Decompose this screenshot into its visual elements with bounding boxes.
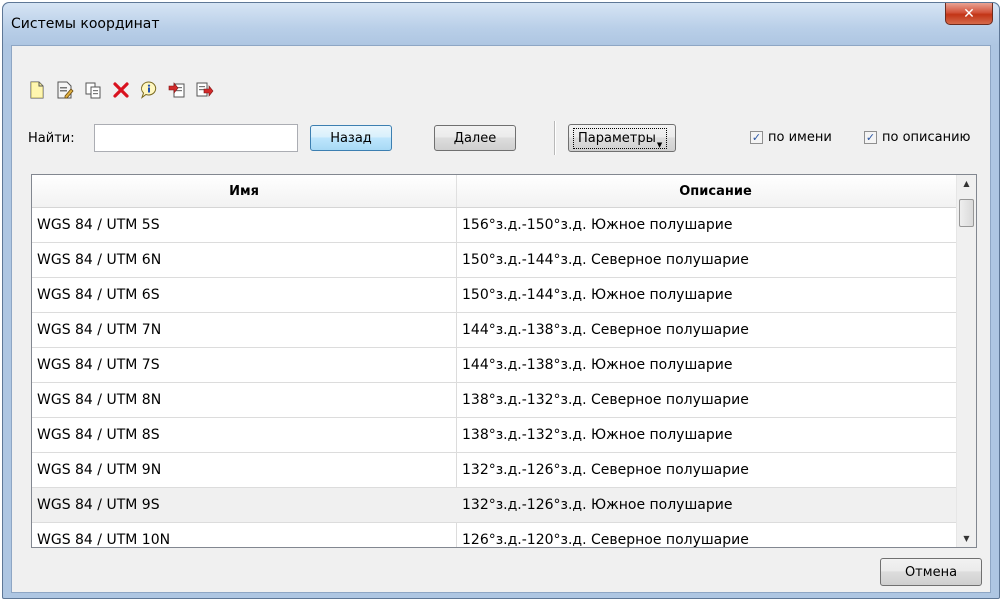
find-label: Найти:	[28, 131, 75, 146]
cell-description: 138°з.д.-132°з.д. Северное полушарие	[462, 392, 749, 408]
cell-name: WGS 84 / UTM 9N	[37, 462, 162, 478]
cell-name: WGS 84 / UTM 6N	[37, 252, 162, 268]
parameters-label: Параметры	[578, 130, 656, 146]
cell-description: 150°з.д.-144°з.д. Северное полушарие	[462, 252, 749, 268]
new-button[interactable]	[26, 79, 48, 101]
next-button[interactable]: Далее	[434, 125, 516, 151]
cancel-button[interactable]: Отмена	[880, 558, 982, 586]
by-description-label: по описанию	[882, 130, 971, 145]
info-button[interactable]	[138, 79, 160, 101]
checkmark-icon: ✓	[750, 131, 763, 144]
table-row[interactable]: WGS 84 / UTM 8S 138°з.д.-132°з.д. Южное …	[32, 418, 974, 453]
cell-description: 126°з.д.-120°з.д. Северное полушарие	[462, 532, 749, 548]
table-row[interactable]: WGS 84 / UTM 7N 144°з.д.-138°з.д. Северн…	[32, 313, 974, 348]
delete-icon	[113, 82, 129, 98]
import-icon	[168, 82, 185, 98]
import-button[interactable]	[166, 79, 188, 101]
toolbar	[26, 79, 216, 101]
cell-description: 144°з.д.-138°з.д. Южное полушарие	[462, 357, 733, 373]
coordinate-systems-table[interactable]: Имя Описание WGS 84 / UTM 5S 156°з.д.-15…	[31, 174, 977, 548]
copy-button[interactable]	[82, 79, 104, 101]
cell-description: 144°з.д.-138°з.д. Северное полушарие	[462, 322, 749, 338]
table-row[interactable]: WGS 84 / UTM 6N 150°з.д.-144°з.д. Северн…	[32, 243, 974, 278]
vertical-scrollbar[interactable]: ▲ ▼	[956, 175, 976, 547]
table-header: Имя Описание	[32, 175, 974, 208]
by-name-label: по имени	[768, 130, 832, 145]
info-icon	[141, 81, 157, 99]
search-input[interactable]	[94, 124, 298, 152]
cell-name: WGS 84 / UTM 10N	[37, 532, 171, 548]
cell-description: 132°з.д.-126°з.д. Южное полушарие	[462, 497, 733, 513]
column-header-description[interactable]: Описание	[457, 175, 974, 207]
title-bar[interactable]: Системы координат ✕	[3, 3, 999, 45]
cell-description: 138°з.д.-132°з.д. Южное полушарие	[462, 427, 733, 443]
table-row[interactable]: WGS 84 / UTM 8N 138°з.д.-132°з.д. Северн…	[32, 383, 974, 418]
table-body: WGS 84 / UTM 5S 156°з.д.-150°з.д. Южное …	[32, 208, 974, 548]
table-row[interactable]: WGS 84 / UTM 10N 126°з.д.-120°з.д. Север…	[32, 523, 974, 548]
cell-name: WGS 84 / UTM 7N	[37, 322, 162, 338]
cell-name: WGS 84 / UTM 8N	[37, 392, 162, 408]
edit-button[interactable]	[54, 79, 76, 101]
edit-icon	[57, 81, 74, 99]
back-button[interactable]: Назад	[310, 125, 392, 151]
cell-name: WGS 84 / UTM 6S	[37, 287, 160, 303]
scroll-thumb[interactable]	[959, 199, 974, 227]
by-name-checkbox[interactable]: ✓ по имени	[750, 130, 832, 145]
cell-name: WGS 84 / UTM 8S	[37, 427, 160, 443]
column-header-name[interactable]: Имя	[32, 175, 457, 207]
scroll-down-arrow-icon[interactable]: ▼	[957, 530, 976, 547]
dialog-window: Системы координат ✕ Найти: Назад Далее П…	[2, 2, 1000, 599]
cell-name: WGS 84 / UTM 5S	[37, 217, 160, 233]
window-title: Системы координат	[11, 16, 160, 32]
delete-button[interactable]	[110, 79, 132, 101]
copy-icon	[85, 82, 101, 99]
dropdown-arrow-icon: ▼	[656, 140, 663, 149]
close-icon: ✕	[963, 5, 975, 22]
parameters-label-frame: Параметры▼	[573, 127, 668, 149]
export-button[interactable]	[194, 79, 216, 101]
by-description-checkbox[interactable]: ✓ по описанию	[864, 130, 971, 145]
checkmark-icon: ✓	[864, 131, 877, 144]
table-row-selected[interactable]: WGS 84 / UTM 9S 132°з.д.-126°з.д. Южное …	[32, 488, 974, 523]
cell-name: WGS 84 / UTM 9S	[37, 497, 160, 513]
new-icon	[30, 81, 44, 99]
table-row[interactable]: WGS 84 / UTM 5S 156°з.д.-150°з.д. Южное …	[32, 208, 974, 243]
table-row[interactable]: WGS 84 / UTM 6S 150°з.д.-144°з.д. Южное …	[32, 278, 974, 313]
toolbar-separator	[554, 121, 555, 155]
parameters-button[interactable]: Параметры▼	[568, 124, 676, 152]
cell-description: 150°з.д.-144°з.д. Южное полушарие	[462, 287, 733, 303]
cell-name: WGS 84 / UTM 7S	[37, 357, 160, 373]
table-row[interactable]: WGS 84 / UTM 7S 144°з.д.-138°з.д. Южное …	[32, 348, 974, 383]
table-row[interactable]: WGS 84 / UTM 9N 132°з.д.-126°з.д. Северн…	[32, 453, 974, 488]
cell-description: 132°з.д.-126°з.д. Северное полушарие	[462, 462, 749, 478]
scroll-up-arrow-icon[interactable]: ▲	[957, 175, 976, 192]
search-row: Найти: Назад Далее Параметры▼ ✓ по имени…	[12, 119, 990, 159]
export-icon	[196, 82, 214, 97]
cell-description: 156°з.д.-150°з.д. Южное полушарие	[462, 217, 733, 233]
close-button[interactable]: ✕	[945, 3, 993, 25]
dialog-client: Найти: Назад Далее Параметры▼ ✓ по имени…	[11, 45, 991, 593]
